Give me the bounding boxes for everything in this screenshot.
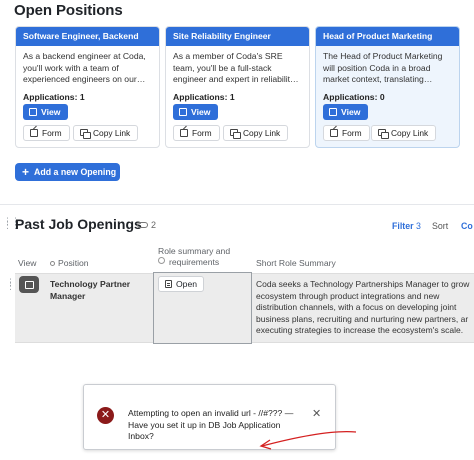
copy-link-button[interactable]: Copy Link: [223, 125, 289, 141]
document-icon: [165, 280, 172, 288]
column-header-view[interactable]: View: [18, 258, 36, 269]
position-card-head-of-product-marketing[interactable]: Head of Product Marketing The Head of Pr…: [315, 26, 460, 148]
edit-icon: [330, 129, 338, 137]
copy-link-button[interactable]: Copy Link: [371, 125, 437, 141]
copy-icon: [80, 129, 91, 139]
position-column-icon: [50, 261, 55, 266]
position-card-software-engineer[interactable]: Software Engineer, Backend As a backend …: [15, 26, 160, 148]
add-opening-button[interactable]: + Add a new Opening: [15, 163, 120, 181]
linked-count[interactable]: 2: [137, 220, 156, 230]
row-position: Technology Partner Manager: [50, 279, 131, 301]
card-description: As a backend engineer at Coda, you'll wo…: [23, 51, 146, 84]
view-icon: [179, 108, 187, 116]
card-applications-count: Applications: 0: [323, 92, 385, 102]
close-icon[interactable]: ✕: [312, 407, 321, 420]
section-divider: [0, 204, 474, 205]
filter-count: 3: [415, 221, 421, 231]
columns-button-truncated[interactable]: Co: [461, 221, 473, 231]
row-short-summary: Coda seeks a Technology Partnerships Man…: [256, 279, 470, 336]
card-applications-count: Applications: 1: [23, 92, 85, 102]
form-button[interactable]: Form: [173, 125, 220, 141]
column-header-short-summary[interactable]: Short Role Summary: [256, 258, 336, 269]
error-icon: ✕: [97, 407, 114, 424]
sort-button[interactable]: Sort: [432, 221, 448, 231]
row-expand-icon[interactable]: [19, 276, 39, 293]
copy-icon: [378, 129, 389, 139]
view-icon: [29, 108, 37, 116]
open-button[interactable]: Open: [158, 276, 205, 292]
link-icon: [137, 222, 148, 228]
edit-icon: [180, 129, 188, 137]
view-button[interactable]: View: [173, 104, 219, 120]
toast-message: Attempting to open an invalid url - //#?…: [128, 408, 294, 442]
column-header-role-summary[interactable]: Role summary and requirements: [158, 246, 250, 268]
view-button[interactable]: View: [23, 104, 69, 120]
card-applications-count: Applications: 1: [173, 92, 235, 102]
plus-icon: +: [22, 165, 30, 179]
filter-button[interactable]: Filter 3: [392, 221, 421, 231]
form-button[interactable]: Form: [23, 125, 70, 141]
card-header: Head of Product Marketing: [316, 27, 459, 46]
card-description: The Head of Product Marketing will posit…: [323, 51, 443, 84]
view-button[interactable]: View: [323, 104, 369, 120]
card-header: Site Reliability Engineer: [166, 27, 309, 46]
card-description: As a member of Coda's SRE team, you'll b…: [173, 51, 299, 84]
form-button[interactable]: Form: [323, 125, 370, 141]
card-header: Software Engineer, Backend: [16, 27, 159, 46]
past-openings-title: Past Job Openings: [15, 216, 142, 232]
edit-icon: [30, 129, 38, 137]
copy-icon: [230, 129, 241, 139]
column-header-position[interactable]: Position: [50, 258, 89, 269]
open-positions-title: Open Positions: [14, 2, 123, 19]
position-card-site-reliability[interactable]: Site Reliability Engineer As a member of…: [165, 26, 310, 148]
view-icon: [329, 108, 337, 116]
info-icon: [158, 257, 165, 264]
copy-link-button[interactable]: Copy Link: [73, 125, 139, 141]
